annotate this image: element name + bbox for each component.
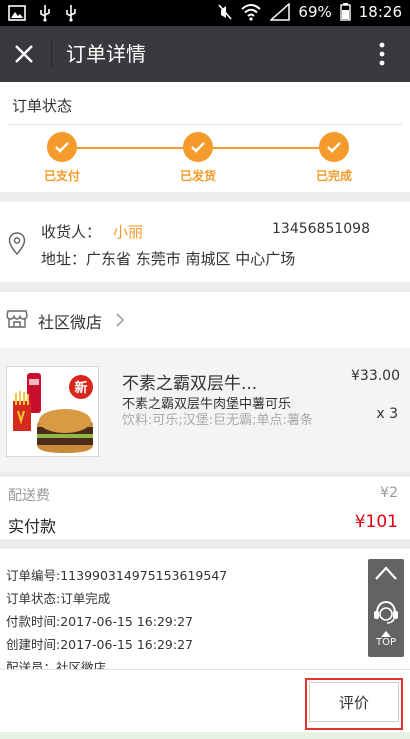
check-icon [319,132,349,162]
order-number: 订单编号:113990314975153619547 [6,568,228,583]
bottom-action-bar: 评价 [0,669,410,732]
check-icon [47,132,77,162]
title-divider [51,40,52,68]
product-item[interactable]: 新 不素之霸双层牛... 不素之霸双层牛肉堡中薯可乐 饮料:可乐;汉堡:巨无霸;… [0,348,410,472]
order-status-section: 订单状态 已支付 已发货 已完成 [0,82,410,192]
receiver-row: 收货人： 小丽 [41,221,143,242]
delivery-fee-value: ¥2 [380,485,398,501]
customer-service-icon[interactable] [372,599,400,625]
status-progress: 已支付 已发货 已完成 [0,132,410,188]
divider [8,124,402,125]
signal-icon [270,3,291,21]
step-label: 已支付 [43,169,80,183]
product-image: 新 [6,366,99,457]
shipping-address: 地址：广东省 东莞市 南城区 中心广场 [41,250,296,268]
product-spec: 饮料:可乐;汉堡:巨无霸;单点:薯条 [122,413,313,428]
battery-percent: 69% [298,3,332,21]
step-completed: 已完成 [294,132,374,184]
image-icon [8,5,26,21]
created-time: 创建时间:2017-06-15 16:29:27 [6,637,193,652]
receiver-label: 收货人： [41,223,102,241]
back-to-top-button[interactable]: TOP [368,631,404,655]
paid-amount-label: 实付款 [8,517,57,536]
receiver-phone: 13456851098 [272,221,370,237]
usb-icon [66,5,76,22]
product-quantity: x 3 [376,406,398,422]
order-status-label: 订单状态 [12,97,73,115]
step-label: 已发货 [179,169,216,183]
wifi-icon [241,4,262,21]
shop-row[interactable]: 社区微店 [0,292,410,348]
back-to-top-label: TOP [375,637,396,648]
address-section: 收货人： 小丽 13456851098 地址：广东省 东莞市 南城区 中心广场 [0,202,410,282]
receiver-name: 小丽 [113,223,144,241]
footer-strip [0,732,410,739]
step-paid: 已支付 [22,132,102,184]
clock: 18:26 [358,3,402,21]
payment-time: 付款时间:2017-06-15 16:29:27 [6,614,193,629]
step-label: 已完成 [315,169,352,183]
chevron-up-icon[interactable] [374,565,398,581]
courier: 配送员：社区微店 [6,660,107,669]
check-icon [183,132,213,162]
order-info-section: 订单编号:113990314975153619547 订单状态:订单完成 付款时… [0,549,410,669]
close-icon[interactable] [12,42,36,66]
rate-button[interactable]: 评价 [309,682,399,722]
fee-section: 配送费 ¥2 实付款 ¥101 [0,477,410,539]
more-vertical-icon[interactable] [378,40,386,68]
floating-toolbar: TOP [368,559,404,657]
page-title: 订单详情 [66,42,146,66]
step-shipped: 已发货 [158,132,238,184]
mute-icon [218,4,233,20]
product-price: ¥33.00 [351,368,400,384]
location-pin-icon [8,232,26,256]
order-state: 订单状态:订单完成 [6,591,111,606]
paid-amount-value: ¥101 [354,512,398,532]
product-name: 不素之霸双层牛... [122,374,258,394]
battery-icon [340,3,351,21]
store-icon [6,310,28,328]
new-badge: 新 [74,381,88,396]
chevron-right-icon [116,313,125,327]
usb-icon [40,5,50,22]
shop-name: 社区微店 [38,313,103,332]
title-bar: 订单详情 [0,26,410,82]
status-bar: 69% 18:26 [0,0,410,26]
delivery-fee-label: 配送费 [8,488,50,504]
